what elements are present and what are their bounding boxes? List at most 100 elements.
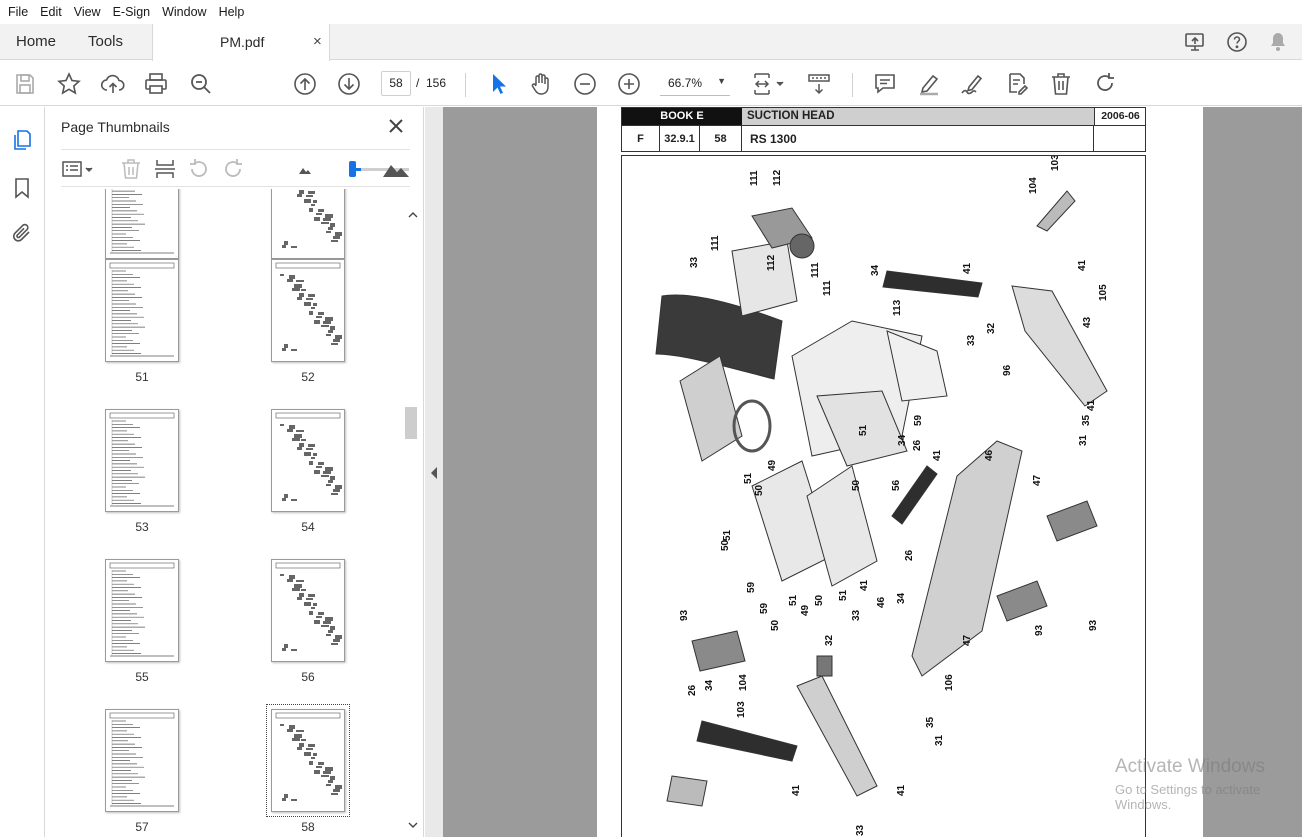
- menu-help[interactable]: Help: [215, 5, 249, 19]
- notifications-bell-icon[interactable]: [1266, 30, 1290, 54]
- callout-number: 49: [767, 459, 778, 471]
- tab-home[interactable]: Home: [16, 33, 56, 50]
- save-icon[interactable]: [12, 71, 38, 97]
- page-thumbnail[interactable]: [105, 259, 179, 362]
- callout-number: 41: [1086, 399, 1097, 411]
- callout-number: 34: [870, 264, 881, 276]
- rotate-clockwise-icon[interactable]: [221, 157, 245, 181]
- bookmark-star-icon[interactable]: [56, 71, 82, 97]
- page-separator: /: [416, 76, 420, 90]
- section-number: 32.9.1: [660, 125, 700, 152]
- panel-title: Page Thumbnails: [61, 119, 170, 135]
- toolbar-divider: [465, 73, 466, 97]
- page-thumbnail[interactable]: [105, 189, 179, 259]
- menu-view[interactable]: View: [70, 5, 105, 19]
- page-thumbnail[interactable]: [271, 559, 345, 662]
- callout-number: 46: [984, 449, 995, 461]
- bookmarks-icon[interactable]: [10, 176, 34, 200]
- upload-cloud-icon[interactable]: [100, 71, 126, 97]
- thumbnail-preview: [110, 189, 174, 254]
- callout-number: 59: [913, 414, 924, 426]
- share-screen-icon[interactable]: [1183, 30, 1207, 54]
- menu-edit[interactable]: Edit: [36, 5, 66, 19]
- redo-rotate-icon[interactable]: [1092, 71, 1118, 97]
- thumbnail-preview: [109, 712, 175, 807]
- small-thumbnails-mountain-icon[interactable]: [293, 157, 317, 181]
- menu-esign[interactable]: E-Sign: [109, 5, 155, 19]
- callout-number: 103: [1050, 156, 1061, 171]
- thumbnail-page-label: 58: [301, 820, 315, 834]
- thumbnail-preview: [282, 190, 342, 248]
- page-thumbnail[interactable]: [271, 189, 345, 259]
- thumbnail-scrollbar[interactable]: [402, 199, 424, 837]
- callout-number: 50: [754, 484, 765, 496]
- callout-number: 35: [1081, 414, 1092, 426]
- draw-sign-icon[interactable]: [959, 71, 985, 97]
- callout-number: 59: [746, 581, 757, 593]
- callout-number: 41: [932, 449, 943, 461]
- large-thumbnails-mountain-icon[interactable]: [381, 157, 411, 181]
- callout-number: 33: [966, 334, 977, 346]
- menu-file[interactable]: File: [4, 5, 32, 19]
- delete-trash-icon[interactable]: [1048, 71, 1074, 97]
- highlight-pen-icon[interactable]: [916, 71, 942, 97]
- edit-pdf-icon[interactable]: [1004, 71, 1030, 97]
- callout-number: 34: [897, 434, 908, 446]
- callout-number: 51: [838, 589, 849, 601]
- page-thumbnail[interactable]: [105, 559, 179, 662]
- language-code: F: [622, 125, 660, 152]
- callout-number: 50: [851, 479, 862, 491]
- print-icon[interactable]: [143, 71, 169, 97]
- rotate-counterclockwise-icon[interactable]: [187, 157, 211, 181]
- select-cursor-icon[interactable]: [485, 71, 511, 97]
- page-number: 58: [700, 125, 742, 152]
- page-thumbnail[interactable]: [271, 409, 345, 512]
- callout-number: 56: [891, 479, 902, 491]
- menu-bar: File Edit View E-Sign Window Help: [0, 0, 1302, 24]
- thumbnail-preview: [275, 562, 342, 651]
- page-thumbnails-icon[interactable]: [10, 128, 34, 152]
- zoom-in-icon[interactable]: [616, 71, 642, 97]
- page-thumbnails-panel: Page Thumbnails 49505152535455565758: [45, 107, 424, 837]
- chevron-down-icon: ▼: [717, 76, 726, 86]
- attachments-paperclip-icon[interactable]: [10, 221, 34, 245]
- tab-document[interactable]: PM.pdf ×: [152, 24, 330, 61]
- collapse-panel-handle[interactable]: [425, 107, 443, 837]
- page-thumbnail[interactable]: [266, 704, 350, 817]
- callout-number: 41: [962, 262, 973, 274]
- page-fit-icon[interactable]: [750, 71, 786, 97]
- section-title: SUCTION HEAD: [742, 108, 1094, 125]
- page-thumbnail[interactable]: [271, 259, 345, 362]
- callout-number: 50: [770, 619, 781, 631]
- menu-window[interactable]: Window: [158, 5, 210, 19]
- thumbnail-page-label: 56: [301, 670, 315, 684]
- page-thumbnail[interactable]: [105, 409, 179, 512]
- thumbnail-options-menu-icon[interactable]: [61, 157, 93, 181]
- callout-number: 59: [759, 602, 770, 614]
- previous-page-icon[interactable]: [292, 71, 318, 97]
- thumbnail-page-label: 55: [135, 670, 149, 684]
- tab-bar: Home Tools PM.pdf ×: [0, 24, 1302, 61]
- callout-number: 113: [892, 299, 903, 316]
- page-thumbnail[interactable]: [105, 709, 179, 812]
- zoom-search-icon[interactable]: [188, 71, 214, 97]
- close-panel-icon[interactable]: [385, 115, 407, 137]
- machine-model: RS 1300: [742, 125, 1094, 152]
- next-page-icon[interactable]: [336, 71, 362, 97]
- help-icon[interactable]: [1225, 30, 1249, 54]
- zoom-level-select[interactable]: 66.7% ▼: [660, 72, 730, 96]
- callout-number: 93: [1088, 619, 1099, 631]
- close-tab-icon[interactable]: ×: [313, 33, 322, 50]
- comment-icon[interactable]: [872, 71, 898, 97]
- scroll-mode-icon[interactable]: [806, 71, 832, 97]
- zoom-out-icon[interactable]: [572, 71, 598, 97]
- callout-number: 32: [986, 322, 997, 334]
- insert-page-icon[interactable]: [153, 157, 177, 181]
- page-number-input[interactable]: 58: [381, 71, 411, 96]
- tab-tools[interactable]: Tools: [88, 33, 123, 50]
- hand-tool-icon[interactable]: [528, 71, 554, 97]
- scrollbar-thumb[interactable]: [405, 407, 417, 439]
- delete-page-icon[interactable]: [119, 157, 143, 181]
- thumbnail-size-slider-handle[interactable]: [349, 161, 356, 177]
- thumbnail-toolbar: [61, 149, 410, 187]
